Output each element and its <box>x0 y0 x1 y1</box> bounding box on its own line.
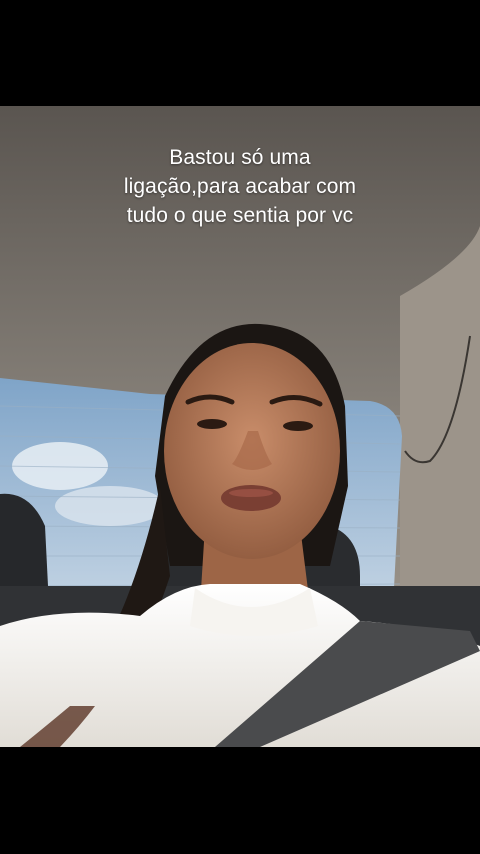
top-letterbox-bar <box>0 0 480 106</box>
caption-line: tudo o que sentia por vc <box>126 204 354 227</box>
left-eye <box>197 419 227 429</box>
lip-highlight <box>229 489 273 497</box>
right-eye <box>283 421 313 431</box>
bottom-letterbox-bar <box>0 747 480 854</box>
cloud <box>55 486 165 526</box>
caption-line: Bastou só uma <box>169 146 311 169</box>
caption-text: Bastou só uma ligação,para acabar com tu… <box>40 143 440 230</box>
caption-line: ligação,para acabar com <box>123 175 357 198</box>
lips <box>221 485 281 511</box>
